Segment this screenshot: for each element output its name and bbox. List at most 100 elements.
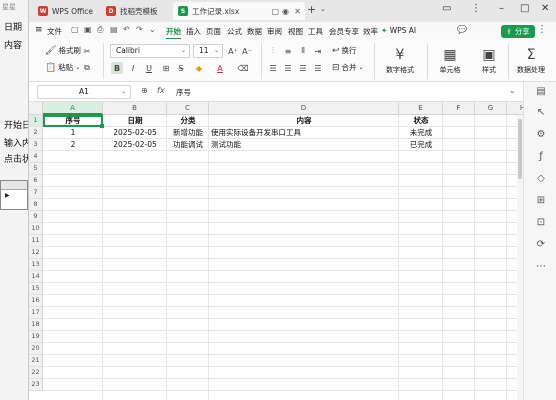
number-format-button[interactable]: ¥ 数字格式	[379, 42, 421, 80]
clear-format-icon[interactable]: ⌫	[237, 62, 249, 74]
cell-c3[interactable]: 功能调试	[167, 139, 209, 151]
name-box[interactable]: A1 ⌄	[37, 85, 131, 99]
minimize-icon[interactable]: –	[499, 3, 504, 14]
scrollbar-thumb[interactable]	[518, 119, 522, 179]
grid-apps-icon[interactable]: ⋮	[471, 3, 481, 14]
tab-cloud-icon[interactable]: ▢	[271, 7, 279, 16]
cell-a2[interactable]: 1	[43, 127, 103, 139]
font-name-select[interactable]: Calibri ⌄	[110, 44, 190, 58]
row-header[interactable]: 8	[29, 199, 43, 211]
cell-format-button[interactable]: ▦ 单元格	[429, 42, 471, 80]
increase-font-icon[interactable]: A⁺	[227, 45, 239, 57]
format-painter-button[interactable]: 🖌 格式刷	[45, 45, 81, 56]
align-right-icon[interactable]: ☰	[297, 62, 309, 74]
menu-insert[interactable]: 插入	[186, 26, 201, 37]
cell-b2[interactable]: 2025-02-05	[103, 127, 167, 139]
menu-data[interactable]: 数据	[247, 26, 262, 37]
print-icon[interactable]: ⎙	[97, 25, 103, 35]
bold-icon[interactable]: B	[111, 62, 123, 74]
cell-e2[interactable]: 未完成	[399, 127, 443, 139]
column-header-a[interactable]: A	[43, 102, 103, 115]
wps-ai-button[interactable]: ✦ WPS AI	[381, 26, 416, 35]
decrease-font-icon[interactable]: A⁻	[241, 45, 253, 57]
function-icon[interactable]: ƒ	[534, 150, 548, 164]
cell-c1[interactable]: 分类	[167, 115, 209, 127]
chevron-down-icon[interactable]: ⌄	[149, 25, 156, 34]
row-header[interactable]: 12	[29, 247, 43, 259]
copy-icon[interactable]: ⧉	[81, 62, 93, 74]
tile-windows-icon[interactable]: ▭	[442, 3, 451, 14]
border-icon[interactable]: ⊞	[160, 62, 172, 74]
indent-icon[interactable]: ⇥	[312, 45, 324, 57]
align-top-icon[interactable]: ⫶	[267, 45, 279, 57]
menu-file[interactable]: 文件	[47, 26, 62, 37]
tab-pin-icon[interactable]: ◉	[282, 7, 289, 16]
fx-icon[interactable]: fx	[157, 86, 165, 95]
share-button[interactable]: ⇪ 分享	[501, 25, 535, 38]
row-header[interactable]: 6	[29, 175, 43, 187]
row-header[interactable]: 1	[29, 115, 43, 127]
backup-icon[interactable]: ⟳	[534, 238, 548, 252]
paste-button[interactable]: 📋 粘贴 ⌄	[45, 62, 80, 73]
column-header-b[interactable]: B	[103, 102, 167, 115]
row-header[interactable]: 13	[29, 259, 43, 271]
row-header[interactable]: 17	[29, 307, 43, 319]
cell-e3[interactable]: 已完成	[399, 139, 443, 151]
row-header[interactable]: 15	[29, 283, 43, 295]
menu-review[interactable]: 审阅	[267, 26, 282, 37]
cursor-icon[interactable]: ↖	[534, 106, 548, 120]
row-header[interactable]: 16	[29, 295, 43, 307]
tab-wps-office[interactable]: W WPS Office	[33, 2, 97, 20]
row-header[interactable]: 9	[29, 211, 43, 223]
row-header[interactable]: 18	[29, 319, 43, 331]
font-size-select[interactable]: 11 ⌄	[193, 44, 223, 58]
column-header-h[interactable]: H	[507, 102, 523, 115]
row-header[interactable]: 19	[29, 331, 43, 343]
shapes-icon[interactable]: ◇	[534, 172, 548, 186]
layout-icon[interactable]: ▤	[534, 85, 548, 99]
row-header[interactable]: 10	[29, 223, 43, 235]
row-header[interactable]: 7	[29, 187, 43, 199]
justify-icon[interactable]: ☰	[312, 62, 324, 74]
cell-d3[interactable]: 测试功能	[209, 139, 399, 151]
align-center-icon[interactable]: ☰	[282, 62, 294, 74]
protect-icon[interactable]: ⊡	[534, 216, 548, 230]
close-icon[interactable]: ✕	[294, 7, 301, 16]
cut-icon[interactable]: ✂	[81, 45, 93, 57]
menu-view[interactable]: 视图	[288, 26, 303, 37]
spreadsheet-grid[interactable]: A B C D E F G H 1 2 3 4 5 6 7 8 9 10 11 …	[29, 102, 523, 400]
tab-work-record[interactable]: S 工作记录.xlsx ▢ ◉ ✕	[173, 2, 305, 20]
cell-d1[interactable]: 内容	[209, 115, 399, 127]
column-header-f[interactable]: F	[443, 102, 475, 115]
align-bottom-icon[interactable]: ⫴	[297, 45, 309, 57]
align-middle-icon[interactable]: ≡	[282, 45, 294, 57]
export-icon[interactable]: ▤	[110, 25, 118, 34]
redo-icon[interactable]: ↷	[136, 25, 143, 34]
align-left-icon[interactable]: ☰	[267, 62, 279, 74]
folder-icon[interactable]: ▢	[71, 25, 79, 34]
menu-efficiency[interactable]: 效率	[363, 26, 378, 37]
style-button[interactable]: ▣ 样式	[471, 42, 507, 80]
close-window-icon[interactable]: ✕	[541, 3, 549, 14]
merge-button[interactable]: ⊟ 合并 ⌄	[332, 62, 364, 73]
cell-d2[interactable]: 使用实际设备开发串口工具	[209, 127, 399, 139]
undo-icon[interactable]: ↶	[123, 25, 130, 34]
more-apps-icon[interactable]: ⋯	[534, 260, 548, 274]
table-icon[interactable]: ⊞	[534, 194, 548, 208]
row-header[interactable]: 3	[29, 139, 43, 151]
adjust-icon[interactable]: ⚙	[534, 128, 548, 142]
menu-home[interactable]: 开始	[166, 26, 181, 40]
tab-docer-templates[interactable]: D 找稻壳模板	[101, 2, 173, 20]
cell-e1[interactable]: 状态	[399, 115, 443, 127]
row-header[interactable]: 14	[29, 271, 43, 283]
row-header[interactable]: 2	[29, 127, 43, 139]
row-header[interactable]: 22	[29, 367, 43, 379]
underline-icon[interactable]: U	[143, 62, 155, 74]
chevron-down-icon[interactable]: ⌄	[320, 5, 326, 13]
italic-icon[interactable]: I	[127, 62, 139, 74]
fill-color-icon[interactable]: ◆	[193, 62, 205, 74]
cell-b1[interactable]: 日期	[103, 115, 167, 127]
data-process-button[interactable]: Σ 数据处理	[510, 42, 552, 80]
wrap-text-button[interactable]: ↩ 换行	[332, 45, 357, 56]
row-header[interactable]: 5	[29, 163, 43, 175]
